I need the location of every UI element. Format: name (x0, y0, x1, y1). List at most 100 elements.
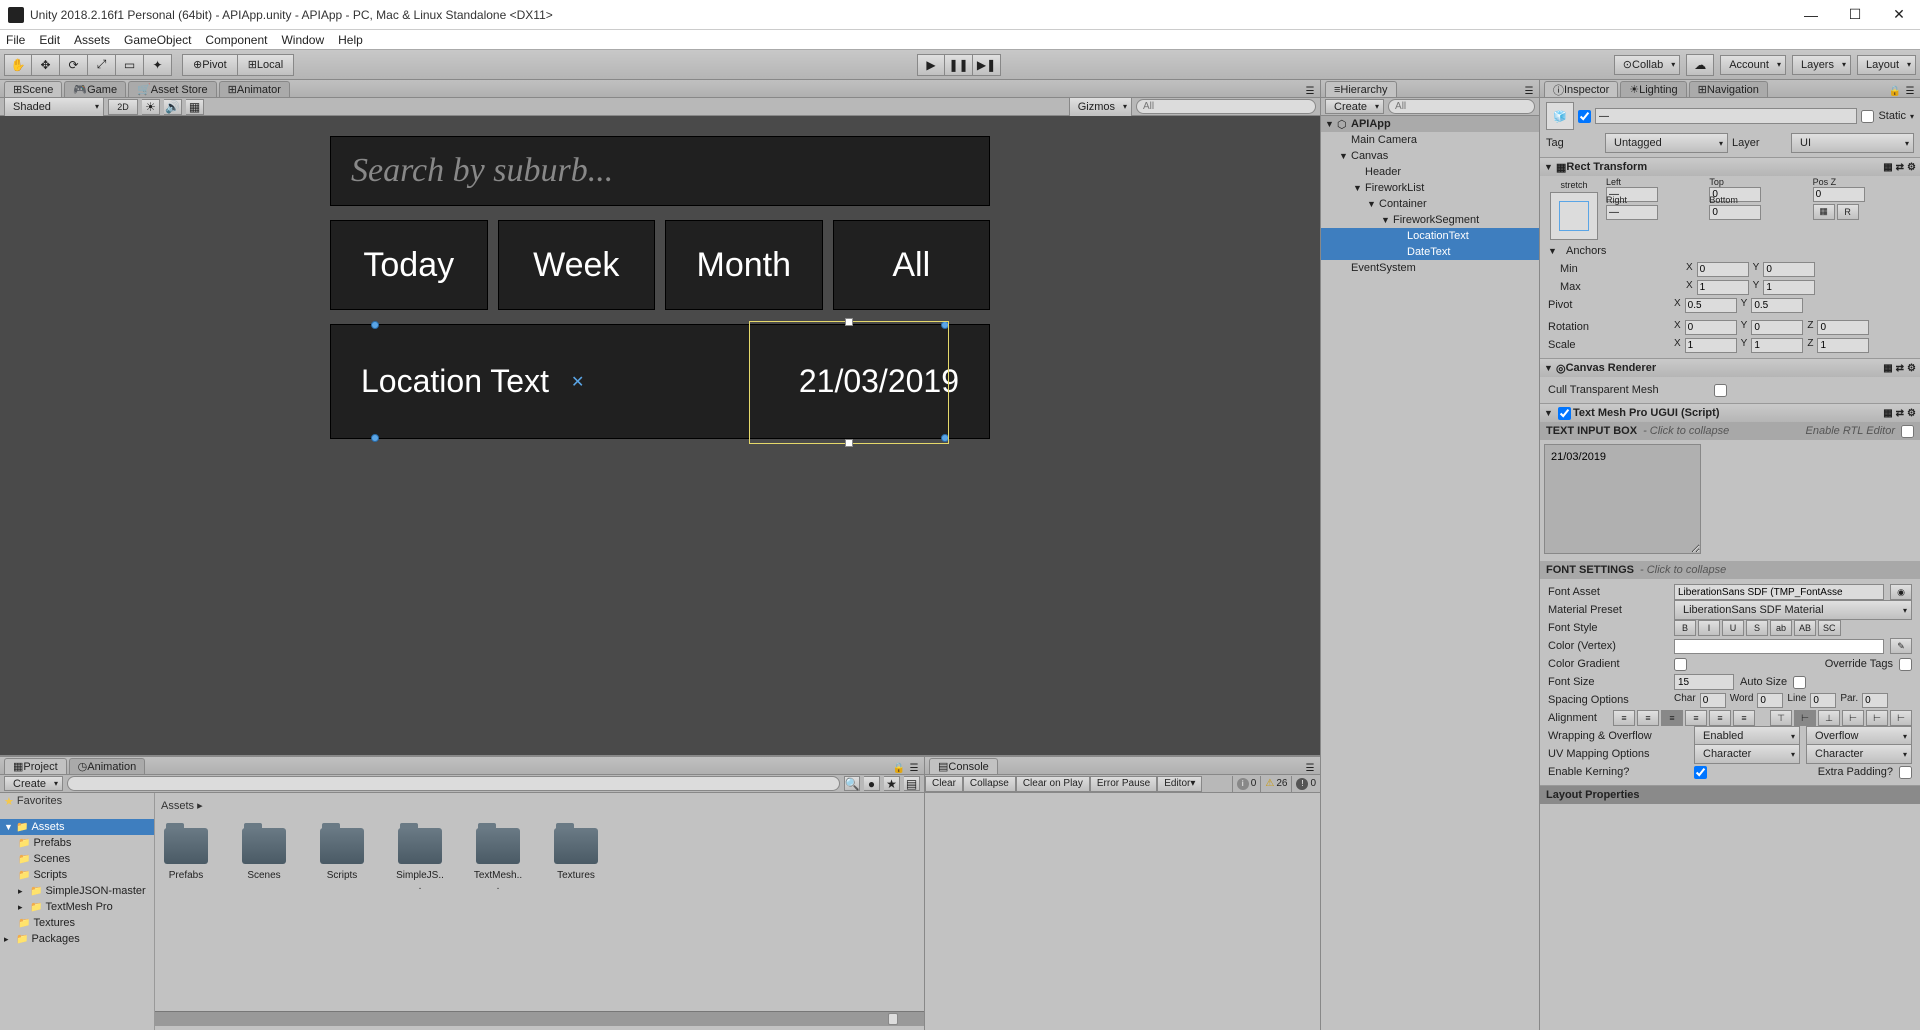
material-preset-dropdown[interactable]: LiberationSans SDF Material (1674, 600, 1912, 620)
hierarchy-item[interactable]: ▼FireworkList (1321, 180, 1539, 196)
rot-x[interactable] (1685, 320, 1737, 335)
asset-folder[interactable]: Scripts (317, 828, 367, 892)
audio-toggle[interactable]: 🔊 (164, 99, 182, 115)
align-center-button[interactable]: ≡ (1637, 710, 1659, 726)
icon-size-slider[interactable] (888, 1013, 898, 1025)
console-errorpause-button[interactable]: Error Pause (1090, 776, 1157, 792)
font-style-sc-button[interactable]: SC (1818, 620, 1841, 636)
hand-tool-button[interactable]: ✋ (4, 54, 32, 76)
anchor-min-x[interactable] (1697, 262, 1749, 277)
tab-project[interactable]: ▦ Project (4, 758, 67, 774)
component-rect-transform-header[interactable]: ▼▦ Rect Transform ▦⇄⚙ (1540, 158, 1920, 176)
pause-button[interactable]: ❚❚ (945, 54, 973, 76)
extra-padding-checkbox[interactable] (1899, 766, 1912, 779)
tree-folder[interactable]: ▸📁SimpleJSON-master (0, 883, 154, 899)
menu-gameobject[interactable]: GameObject (124, 33, 191, 47)
font-style-ab-button[interactable]: AB (1794, 620, 1816, 636)
hierarchy-item[interactable]: ▼Canvas (1321, 148, 1539, 164)
console-warn-count[interactable]: ⚠26 (1260, 776, 1291, 792)
transform-tool-button[interactable]: ✦ (144, 54, 172, 76)
minimize-button[interactable]: — (1798, 5, 1824, 25)
spacing-line[interactable] (1810, 693, 1836, 708)
align-right-button[interactable]: ≡ (1661, 710, 1683, 726)
gear-icon[interactable]: ⚙ (1907, 408, 1916, 419)
scale-y[interactable] (1751, 338, 1803, 353)
raw-edit-button[interactable]: R (1837, 204, 1859, 220)
close-button[interactable]: ✕ (1886, 5, 1912, 25)
gear-icon[interactable]: ⚙ (1907, 162, 1916, 173)
valign-middle-button[interactable]: ⊢ (1794, 710, 1816, 726)
project-create-dropdown[interactable]: Create (4, 776, 63, 791)
move-tool-button[interactable]: ✥ (32, 54, 60, 76)
lock-icon[interactable]: 🔒 (1889, 85, 1901, 97)
menu-component[interactable]: Component (205, 33, 267, 47)
enable-rtl-checkbox[interactable] (1901, 425, 1914, 438)
vertex-color-field[interactable] (1674, 639, 1884, 654)
layout-properties-header[interactable]: Layout Properties (1540, 786, 1920, 804)
hierarchy-create-dropdown[interactable]: Create (1325, 99, 1384, 114)
help-icon[interactable]: ▦ (1883, 408, 1892, 419)
tree-packages[interactable]: ▸📁Packages (0, 931, 154, 947)
hierarchy-item[interactable]: DateText (1321, 244, 1539, 260)
anchor-min-y[interactable] (1763, 262, 1815, 277)
shading-mode-dropdown[interactable]: Shaded (4, 97, 104, 117)
menu-window[interactable]: Window (281, 33, 324, 47)
local-toggle[interactable]: ⊞ Local (238, 54, 295, 76)
search-filter-icon[interactable]: 🔍 (844, 776, 860, 791)
font-style-b-button[interactable]: B (1674, 620, 1696, 636)
tmp-text-input[interactable] (1544, 444, 1701, 554)
hierarchy-search-input[interactable] (1388, 99, 1535, 114)
scale-x[interactable] (1685, 338, 1737, 353)
asset-folder[interactable]: Scenes (239, 828, 289, 892)
maximize-button[interactable]: ☐ (1842, 5, 1868, 25)
rect-bottom-input[interactable] (1709, 205, 1761, 220)
console-collapse-button[interactable]: Collapse (963, 776, 1016, 792)
layout-dropdown[interactable]: Layout (1857, 55, 1916, 75)
rot-z[interactable] (1817, 320, 1869, 335)
tmp-enabled-checkbox[interactable] (1558, 407, 1571, 420)
preset-icon[interactable]: ⇄ (1896, 408, 1904, 419)
collab-dropdown[interactable]: ⊙ Collab (1614, 55, 1680, 75)
object-picker-icon[interactable]: ◉ (1890, 584, 1912, 600)
valign-midline-button[interactable]: ⊢ (1866, 710, 1888, 726)
menu-file[interactable]: File (6, 33, 25, 47)
auto-size-checkbox[interactable] (1793, 676, 1806, 689)
layer-dropdown[interactable]: UI (1791, 133, 1914, 153)
spacing-word[interactable] (1757, 693, 1783, 708)
rotate-tool-button[interactable]: ⟳ (60, 54, 88, 76)
hierarchy-scene-row[interactable]: ▼⬡APIApp (1321, 116, 1539, 132)
tab-console[interactable]: ▤ Console (929, 758, 998, 774)
anchor-max-y[interactable] (1763, 280, 1815, 295)
hierarchy-item[interactable]: Main Camera (1321, 132, 1539, 148)
mode-2d-toggle[interactable]: 2D (108, 99, 138, 115)
tab-assetstore[interactable]: 🛒 Asset Store (128, 81, 217, 97)
pivot-y[interactable] (1751, 298, 1803, 313)
rect-right-input[interactable] (1606, 205, 1658, 220)
console-info-count[interactable]: i0 (1232, 776, 1261, 792)
font-size-input[interactable] (1674, 674, 1734, 690)
tree-favorites[interactable]: ★Favorites (0, 793, 154, 809)
pivot-x[interactable] (1685, 298, 1737, 313)
selection-handle-icon[interactable] (845, 439, 853, 447)
tab-hierarchy[interactable]: ≡ Hierarchy (1325, 81, 1397, 97)
anchor-max-x[interactable] (1697, 280, 1749, 295)
preset-icon[interactable]: ⇄ (1896, 162, 1904, 173)
align-flush-button[interactable]: ≡ (1709, 710, 1731, 726)
asset-folder[interactable]: SimpleJS... (395, 828, 445, 892)
menu-edit[interactable]: Edit (39, 33, 60, 47)
play-button[interactable]: ▶ (917, 54, 945, 76)
scale-tool-button[interactable]: ⤢ (88, 54, 116, 76)
project-breadcrumb[interactable]: Assets ▸ (161, 799, 918, 812)
account-dropdown[interactable]: Account (1720, 55, 1786, 75)
console-editor-dropdown[interactable]: Editor ▾ (1157, 776, 1202, 792)
component-tmp-header[interactable]: ▼ Text Mesh Pro UGUI (Script) ▦⇄⚙ (1540, 404, 1920, 422)
font-style-i-button[interactable]: I (1698, 620, 1720, 636)
kerning-checkbox[interactable] (1694, 766, 1707, 779)
tab-animator[interactable]: ⊞ Animator (219, 81, 290, 97)
save-search-icon[interactable]: ▤ (904, 776, 920, 791)
spacing-par[interactable] (1862, 693, 1888, 708)
gear-icon[interactable]: ⚙ (1907, 363, 1916, 374)
selection-handle-icon[interactable] (371, 321, 379, 329)
selection-handle-icon[interactable] (941, 321, 949, 329)
override-tags-checkbox[interactable] (1899, 658, 1912, 671)
